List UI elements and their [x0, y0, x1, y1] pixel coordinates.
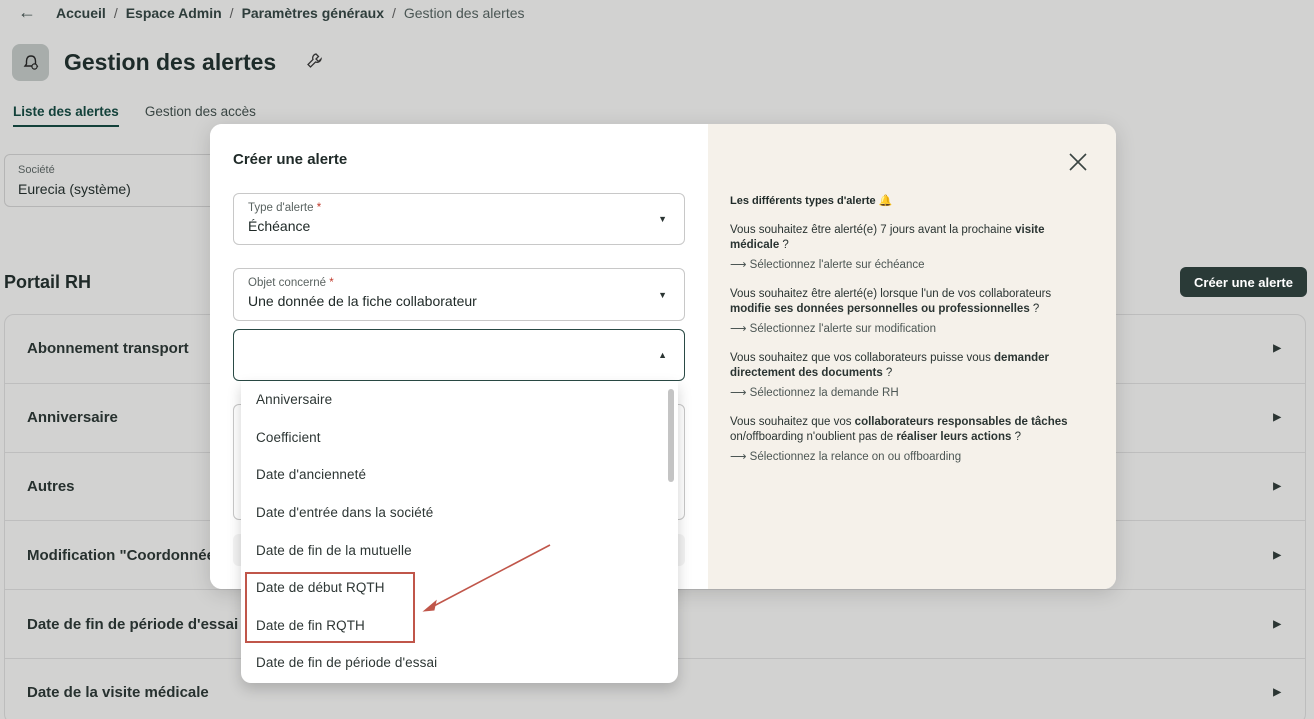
- wrench-icon[interactable]: [306, 52, 323, 74]
- alert-row-label: Date de fin de période d'essai: [27, 615, 239, 633]
- dropdown-option[interactable]: Coefficient: [241, 419, 678, 457]
- object-select[interactable]: Objet concerné * Une donnée de la fiche …: [233, 268, 685, 321]
- breadcrumb-separator: /: [229, 4, 234, 21]
- alert-row-label: Abonnement transport: [27, 340, 189, 358]
- dropdown-option[interactable]: Anniversaire: [241, 381, 678, 419]
- breadcrumb-separator: /: [391, 4, 396, 21]
- page-header: Gestion des alertes: [12, 44, 323, 81]
- data-select[interactable]: ▲: [233, 329, 685, 381]
- chevron-right-icon: ▶: [1273, 687, 1281, 699]
- annotation-highlight-box: [245, 572, 415, 643]
- info-heading: Les différents types d'alerte 🔔: [730, 195, 893, 207]
- alert-type-select[interactable]: Type d'alerte * Échéance ▼: [233, 193, 685, 245]
- breadcrumb-current: Gestion des alertes: [403, 4, 525, 21]
- company-select-value: Eurecia (système): [18, 181, 131, 197]
- dropdown-option[interactable]: Date d'entrée dans la société: [241, 494, 678, 532]
- info-link-modification[interactable]: ⟶ Sélectionnez l'alerte sur modification: [730, 321, 936, 335]
- caret-down-icon: ▼: [658, 289, 667, 300]
- caret-up-icon: ▲: [658, 350, 667, 360]
- alert-type-label: Type d'alerte *: [248, 202, 322, 214]
- dropdown-option[interactable]: Date d'ancienneté: [241, 456, 678, 494]
- close-icon[interactable]: [1066, 150, 1090, 174]
- alert-row-label: Anniversaire: [27, 409, 118, 427]
- breadcrumb-settings[interactable]: Paramètres généraux: [242, 5, 384, 21]
- alert-row-label: Date de la visite médicale: [27, 684, 209, 702]
- chevron-right-icon: ▶: [1273, 343, 1281, 355]
- caret-down-icon: ▼: [658, 214, 667, 224]
- back-arrow-icon[interactable]: ←: [18, 2, 36, 23]
- chevron-right-icon: ▶: [1273, 412, 1281, 424]
- breadcrumb-admin[interactable]: Espace Admin: [126, 5, 222, 21]
- info-text: Vous souhaitez que vos collaborateurs pu…: [730, 352, 1049, 379]
- object-value: Une donnée de la fiche collaborateur: [248, 293, 477, 309]
- create-alert-button[interactable]: Créer une alerte: [1180, 267, 1307, 297]
- modal-info-panel: Les différents types d'alerte 🔔 Vous sou…: [708, 124, 1116, 589]
- dropdown-scrollbar[interactable]: [668, 389, 674, 482]
- dropdown-option[interactable]: Date de fin de période d'essai: [241, 644, 678, 682]
- breadcrumb-home[interactable]: Accueil: [56, 5, 106, 21]
- info-text: Vous souhaitez que vos collaborateurs re…: [730, 416, 1068, 443]
- info-link-onboarding[interactable]: ⟶ Sélectionnez la relance on ou offboard…: [730, 449, 961, 463]
- bell-gear-icon: [12, 44, 49, 81]
- tab-alert-list[interactable]: Liste des alertes: [13, 104, 119, 127]
- breadcrumb: ← Accueil / Espace Admin / Paramètres gé…: [18, 2, 525, 23]
- company-select-label: Société: [18, 164, 55, 176]
- info-link-hr-request[interactable]: ⟶ Sélectionnez la demande RH: [730, 385, 899, 399]
- dropdown-option[interactable]: Date de fin de la mutuelle: [241, 531, 678, 569]
- modal-title: Créer une alerte: [233, 151, 348, 168]
- info-text: Vous souhaitez être alerté(e) 7 jours av…: [730, 224, 1045, 251]
- page-title: Gestion des alertes: [64, 49, 277, 75]
- object-label: Objet concerné *: [248, 277, 334, 289]
- chevron-right-icon: ▶: [1273, 549, 1281, 561]
- breadcrumb-separator: /: [113, 4, 118, 21]
- alert-row-label: Modification "Coordonnées: [27, 546, 224, 564]
- info-link-deadline[interactable]: ⟶ Sélectionnez l'alerte sur échéance: [730, 257, 924, 271]
- chevron-right-icon: ▶: [1273, 480, 1281, 492]
- info-text: Vous souhaitez être alerté(e) lorsque l'…: [730, 288, 1052, 315]
- chevron-right-icon: ▶: [1273, 618, 1281, 630]
- alert-row-label: Autres: [27, 477, 75, 495]
- alert-type-value: Échéance: [248, 218, 311, 234]
- company-select[interactable]: Société Eurecia (système): [4, 154, 244, 207]
- section-title: Portail RH: [4, 272, 92, 292]
